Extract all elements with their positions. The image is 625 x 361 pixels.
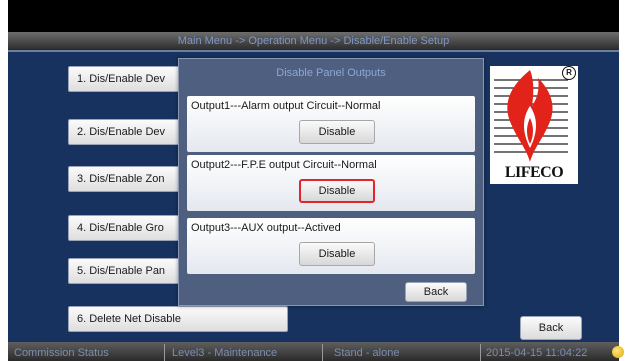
top-bezel bbox=[8, 0, 619, 32]
status-indicator-icon bbox=[612, 346, 624, 358]
status-bar: Commission Status Level3 - Maintenance S… bbox=[8, 342, 619, 361]
back-button[interactable]: Back bbox=[520, 316, 582, 340]
status-divider bbox=[322, 344, 323, 361]
disable-outputs-dialog: Disable Panel Outputs Output1---Alarm ou… bbox=[178, 58, 484, 306]
disable-button-output3[interactable]: Disable bbox=[299, 242, 375, 266]
dialog-title: Disable Panel Outputs bbox=[276, 67, 386, 79]
datetime: 2015-04-15 11:04:22 bbox=[486, 347, 588, 359]
output-panel-1: Output1---Alarm output Circuit--Normal D… bbox=[187, 96, 475, 152]
output-panel-3: Output3---AUX output--Actived Disable bbox=[187, 218, 475, 274]
registered-mark: R bbox=[562, 66, 576, 80]
flame-icon bbox=[494, 70, 568, 162]
lifeco-logo: R LIFECO bbox=[490, 66, 578, 184]
breadcrumb: Main Menu -> Operation Menu -> Disable/E… bbox=[8, 32, 619, 52]
commission-status: Commission Status bbox=[14, 347, 109, 359]
output-panel-2: Output2---F.P.E output Circuit--Normal D… bbox=[187, 155, 475, 211]
output-label: Output1---Alarm output Circuit--Normal bbox=[191, 100, 381, 112]
output-label: Output3---AUX output--Actived bbox=[191, 222, 341, 234]
menu-item-6[interactable]: 6. Delete Net Disable bbox=[68, 306, 288, 332]
screen: Main Menu -> Operation Menu -> Disable/E… bbox=[8, 0, 619, 361]
disable-button-output2[interactable]: Disable bbox=[299, 179, 375, 203]
output-label: Output2---F.P.E output Circuit--Normal bbox=[191, 159, 377, 171]
logo-text: LIFECO bbox=[504, 164, 564, 181]
status-divider bbox=[164, 344, 165, 361]
status-divider bbox=[480, 344, 481, 361]
disable-button-output1[interactable]: Disable bbox=[299, 120, 375, 144]
network-mode: Stand - alone bbox=[334, 347, 400, 359]
dialog-back-button[interactable]: Back bbox=[405, 282, 467, 302]
access-level: Level3 - Maintenance bbox=[172, 347, 278, 359]
